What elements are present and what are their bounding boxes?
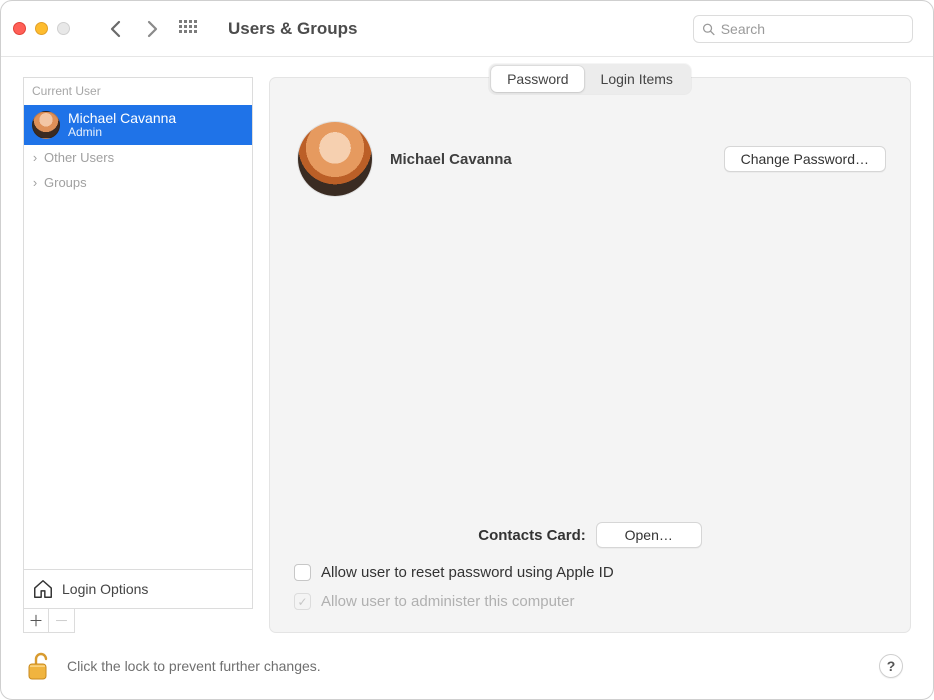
user-avatar[interactable] [298, 122, 372, 196]
chevron-right-icon: › [30, 175, 40, 190]
users-sidebar: Current User Michael Cavanna Admin › Oth… [23, 77, 253, 633]
back-button[interactable] [98, 13, 134, 45]
lock-hint-text: Click the lock to prevent further change… [67, 658, 867, 674]
forward-button[interactable] [134, 13, 170, 45]
sidebar-item-login-options[interactable]: Login Options [24, 569, 252, 608]
add-user-button[interactable]: ＋ [24, 609, 49, 632]
zoom-window-button [57, 22, 70, 35]
window-title: Users & Groups [214, 19, 357, 39]
search-icon [702, 22, 715, 36]
footer: Click the lock to prevent further change… [23, 633, 911, 699]
titlebar: Users & Groups [1, 1, 933, 57]
content-area: Current User Michael Cavanna Admin › Oth… [1, 57, 933, 699]
user-detail-panel: Password Login Items Michael Cavanna Cha… [269, 77, 911, 633]
grid-icon [179, 20, 197, 38]
profile-header: Michael Cavanna Change Password… [270, 78, 910, 196]
contacts-card-row: Contacts Card: Open… [270, 522, 910, 558]
nav-back-forward [98, 13, 206, 45]
tab-login-items[interactable]: Login Items [585, 66, 689, 92]
chevron-left-icon [109, 19, 123, 39]
add-remove-controls: ＋ － [23, 609, 75, 633]
sidebar-item-label: Other Users [44, 150, 114, 165]
detail-tabs: Password Login Items [489, 64, 691, 94]
search-input[interactable] [721, 21, 904, 37]
search-field[interactable] [693, 15, 913, 43]
lock-open-icon[interactable] [27, 651, 55, 681]
chevron-right-icon [145, 19, 159, 39]
contacts-card-label: Contacts Card: [478, 527, 586, 544]
minimize-window-button[interactable] [35, 22, 48, 35]
preferences-window: Users & Groups Current User Michael Cava… [0, 0, 934, 700]
sidebar-section-current-user: Current User [24, 78, 252, 105]
sidebar-user-role: Admin [68, 126, 176, 140]
remove-user-button: － [49, 609, 74, 632]
allow-apple-id-reset-label: Allow user to reset password using Apple… [321, 564, 614, 581]
window-controls [13, 22, 90, 35]
open-contacts-button[interactable]: Open… [596, 522, 702, 548]
help-button[interactable]: ? [879, 654, 903, 678]
allow-apple-id-reset-checkbox[interactable] [294, 564, 311, 581]
chevron-right-icon: › [30, 150, 40, 165]
user-display-name: Michael Cavanna [390, 151, 706, 168]
close-window-button[interactable] [13, 22, 26, 35]
login-options-label: Login Options [62, 581, 148, 597]
allow-admin-label: Allow user to administer this computer [321, 593, 574, 610]
allow-admin-row: Allow user to administer this computer [270, 587, 910, 616]
sidebar-user-name: Michael Cavanna [68, 110, 176, 126]
show-all-preferences-button[interactable] [170, 13, 206, 45]
sidebar-item-label: Groups [44, 175, 87, 190]
allow-admin-checkbox [294, 593, 311, 610]
sidebar-item-current-user[interactable]: Michael Cavanna Admin [24, 105, 252, 145]
sidebar-item-groups[interactable]: › Groups [24, 170, 252, 195]
users-list: Current User Michael Cavanna Admin › Oth… [23, 77, 253, 609]
home-icon [32, 578, 54, 600]
change-password-button[interactable]: Change Password… [724, 146, 886, 172]
sidebar-item-other-users[interactable]: › Other Users [24, 145, 252, 170]
tab-password[interactable]: Password [491, 66, 584, 92]
allow-apple-id-reset-row[interactable]: Allow user to reset password using Apple… [270, 558, 910, 587]
avatar-icon [32, 111, 60, 139]
